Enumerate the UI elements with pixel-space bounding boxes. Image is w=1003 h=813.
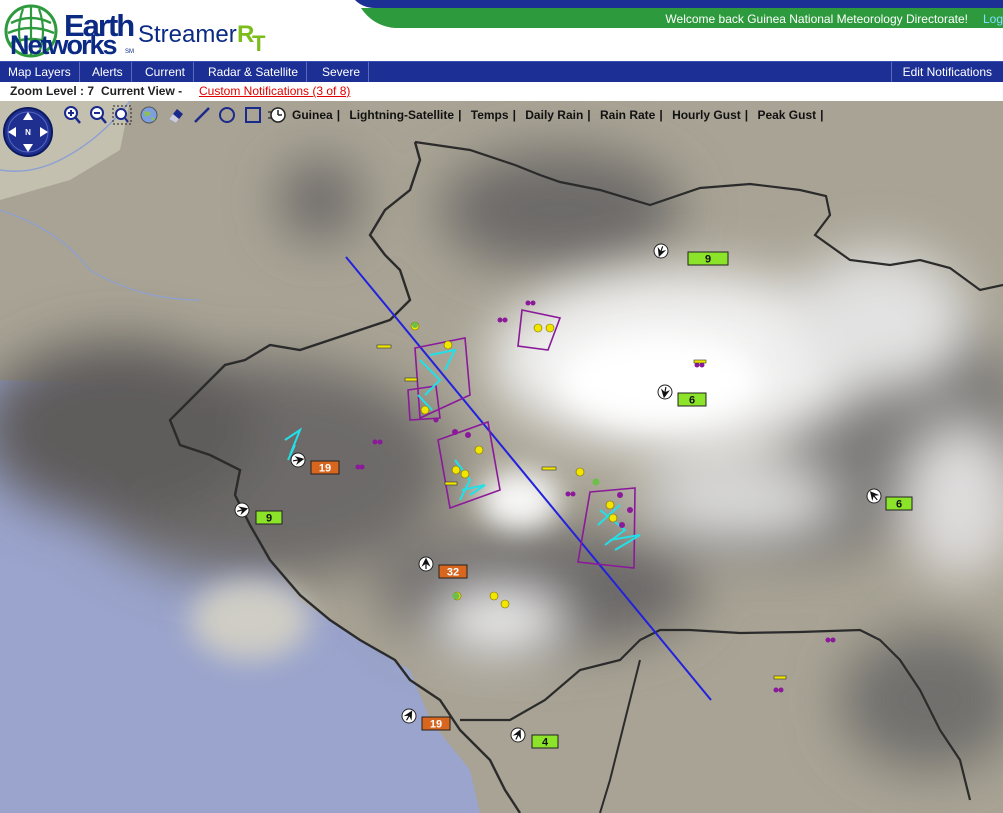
globe-icon[interactable] [139,104,159,126]
layer-separator: | [820,108,824,122]
custom-notifications-link[interactable]: Custom Notifications (3 of 8) [199,84,350,98]
current-view-text: Current View - [101,84,183,98]
wind-speed-value: 19 [319,463,331,475]
nav-item-alerts[interactable]: Alerts [84,62,132,83]
layer-separator: | [458,108,462,122]
nav-item-radar-satellite[interactable]: Radar & Satellite [200,62,308,83]
wind-speed-value: 6 [896,499,902,511]
welcome-bar: Welcome back Guinea National Meteorology… [355,0,1003,28]
welcome-message: Welcome back Guinea National Meteorology… [665,12,968,26]
nav-item-current[interactable]: Current [137,62,195,83]
map-canvas[interactable]: 9 6 19 9 6 32 19 4 [0,101,1003,813]
app-header: Earth Networks SM Streamer R T Welcome b… [0,0,1003,61]
pan-control[interactable]: N [2,106,54,158]
eraser-icon[interactable] [166,104,186,126]
zoom-out-icon[interactable] [88,104,108,126]
brand-networks-text: Networks [10,30,118,60]
status-bar: Zoom Level : 7 Current View - Custom Not… [0,82,1003,102]
layer-daily-rain[interactable]: Daily Rain [525,108,583,122]
layer-separator: | [659,108,663,122]
nav-item-severe[interactable]: Severe [314,62,370,83]
square-draw-icon[interactable] [243,104,263,126]
wind-speed-value: 32 [447,567,459,579]
zoom-level-text: Zoom Level : 7 [10,84,95,98]
layer-separator: | [336,108,341,122]
layer-hourly-gust[interactable]: Hourly Gust [672,108,741,122]
wind-speed-value: 9 [705,254,711,266]
zoom-in-icon[interactable] [62,104,82,126]
layer-separator: | [512,108,516,122]
zoom-box-icon[interactable] [112,104,132,126]
circle-draw-icon[interactable] [217,104,237,126]
svg-text:N: N [25,128,31,137]
logout-link[interactable]: Log [983,12,1003,26]
weather-map[interactable]: 9 6 19 9 6 32 19 4 N [0,101,1003,813]
product-name: Streamer [138,21,237,48]
wind-speed-value: 19 [430,719,442,731]
layer-peak-gust[interactable]: Peak Gust [757,108,816,122]
clock-icon[interactable] [267,104,287,126]
layer-guinea[interactable]: Guinea [292,108,333,122]
layer-separator: | [587,108,591,122]
wind-speed-value: 4 [542,737,549,749]
nav-item-map-layers[interactable]: Map Layers [0,62,80,83]
active-layers-list: Guinea | Lightning-Satellite | Temps | Dail… [292,108,830,128]
main-nav: Map Layers Alerts Current Radar & Satell… [0,61,1003,83]
layer-separator: | [744,108,749,122]
wind-speed-value: 9 [266,513,272,525]
layer-lightning-satellite[interactable]: Lightning-Satellite [349,108,454,122]
line-draw-icon[interactable] [192,104,212,126]
layer-temps[interactable]: Temps [471,108,509,122]
edit-notifications-button[interactable]: Edit Notifications [890,62,1003,83]
product-rt-t: T [252,31,266,56]
wind-speed-value: 6 [689,395,695,407]
layer-rain-rate[interactable]: Rain Rate [600,108,655,122]
brand-service-mark: SM [125,49,134,55]
